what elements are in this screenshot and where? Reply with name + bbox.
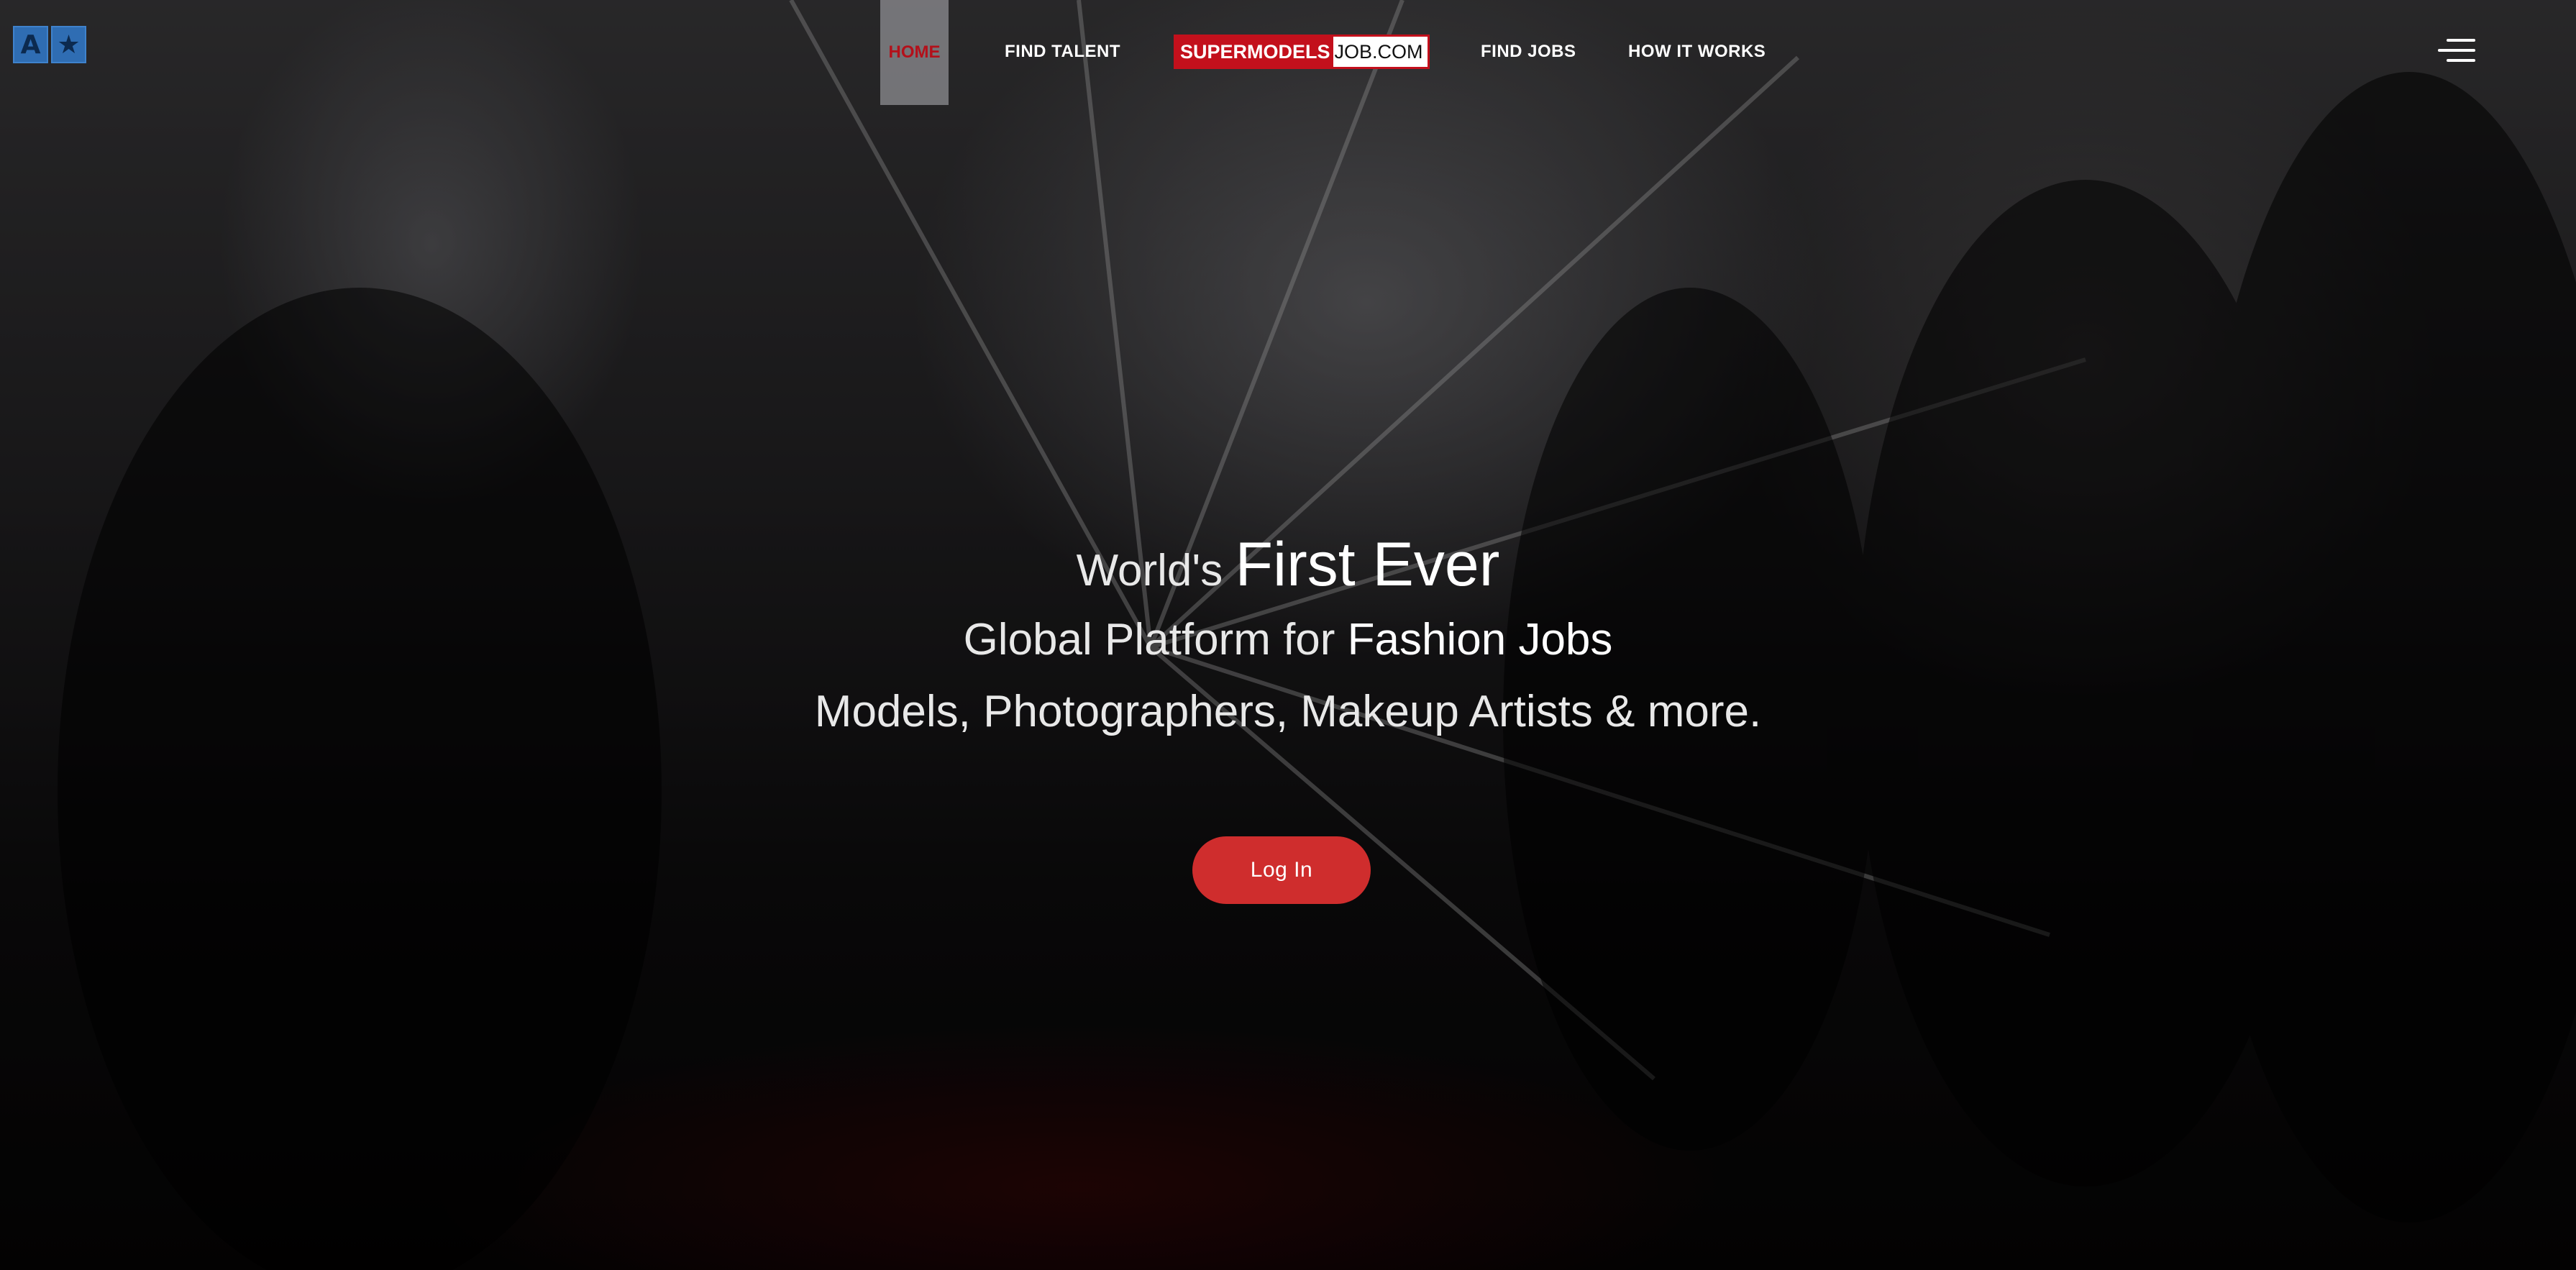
hamburger-line <box>2447 59 2475 62</box>
hero-line-1: World's First Ever <box>0 525 2576 604</box>
hero-line-3: Models, Photographers, Makeup Artists & … <box>814 687 1762 736</box>
hero-line-2-bold: Fashion Jobs <box>1347 615 1613 664</box>
hamburger-menu-icon[interactable] <box>2438 37 2475 63</box>
accessibility-letter-icon[interactable]: A <box>13 26 48 63</box>
logo-red-text: SUPERMODELS <box>1176 37 1333 67</box>
hamburger-line <box>2447 39 2475 42</box>
hero-line-2-light: Global Platform for <box>963 615 1348 664</box>
login-button[interactable]: Log In <box>1192 836 1371 904</box>
hero-line-2: Global Platform for Fashion Jobs <box>0 604 2576 676</box>
hamburger-line <box>2438 49 2475 52</box>
hero-line-1-light: World's <box>1076 546 1236 595</box>
hero-headline: World's First Ever Global Platform for F… <box>0 525 2576 748</box>
nav-find-talent[interactable]: FIND TALENT <box>1005 42 1120 62</box>
hero-page: A ★ HOME FIND TALENT SUPERMODELS JOB.COM… <box>0 0 2576 1270</box>
nav-how-it-works[interactable]: HOW IT WORKS <box>1628 42 1766 62</box>
nav-home[interactable]: HOME <box>880 0 949 105</box>
hero-line-1-bold: First Ever <box>1235 530 1500 599</box>
logo-white-text: JOB.COM <box>1333 37 1428 67</box>
accessibility-star-icon[interactable]: ★ <box>51 26 86 63</box>
nav-find-jobs[interactable]: FIND JOBS <box>1481 42 1576 62</box>
accessibility-widget[interactable]: A ★ <box>13 26 86 63</box>
site-logo[interactable]: SUPERMODELS JOB.COM <box>1174 35 1430 69</box>
